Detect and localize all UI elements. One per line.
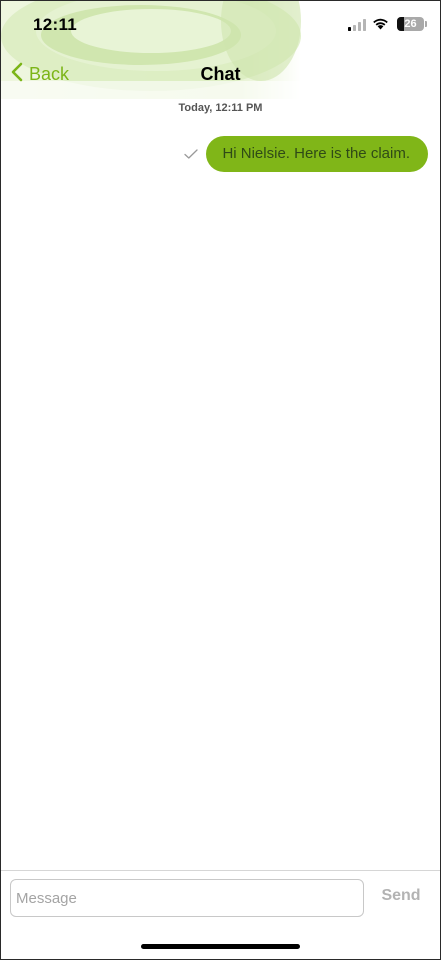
send-button[interactable]: Send bbox=[375, 887, 427, 905]
page-title: Chat bbox=[200, 64, 241, 84]
status-bar: 12:11 26 bbox=[1, 1, 440, 51]
cellular-signal-icon bbox=[348, 18, 366, 36]
battery-icon: 26 bbox=[397, 17, 424, 31]
check-icon bbox=[184, 149, 199, 159]
battery-nub bbox=[425, 21, 427, 27]
chat-screen: 12:11 26 Back Chat Today, 12:11 PM Hi Ni… bbox=[0, 0, 441, 960]
wifi-icon bbox=[372, 17, 389, 35]
status-time: 12:11 bbox=[33, 15, 78, 34]
home-indicator bbox=[141, 944, 300, 949]
navigation-bar: Back Chat bbox=[1, 53, 440, 97]
message-bubble[interactable]: Hi Nielsie. Here is the claim. bbox=[206, 136, 428, 172]
battery-level: 26 bbox=[404, 18, 417, 30]
message-input[interactable] bbox=[10, 879, 364, 917]
conversation-timestamp: Today, 12:11 PM bbox=[178, 102, 263, 114]
message-row-outgoing: Hi Nielsie. Here is the claim. bbox=[184, 136, 428, 172]
